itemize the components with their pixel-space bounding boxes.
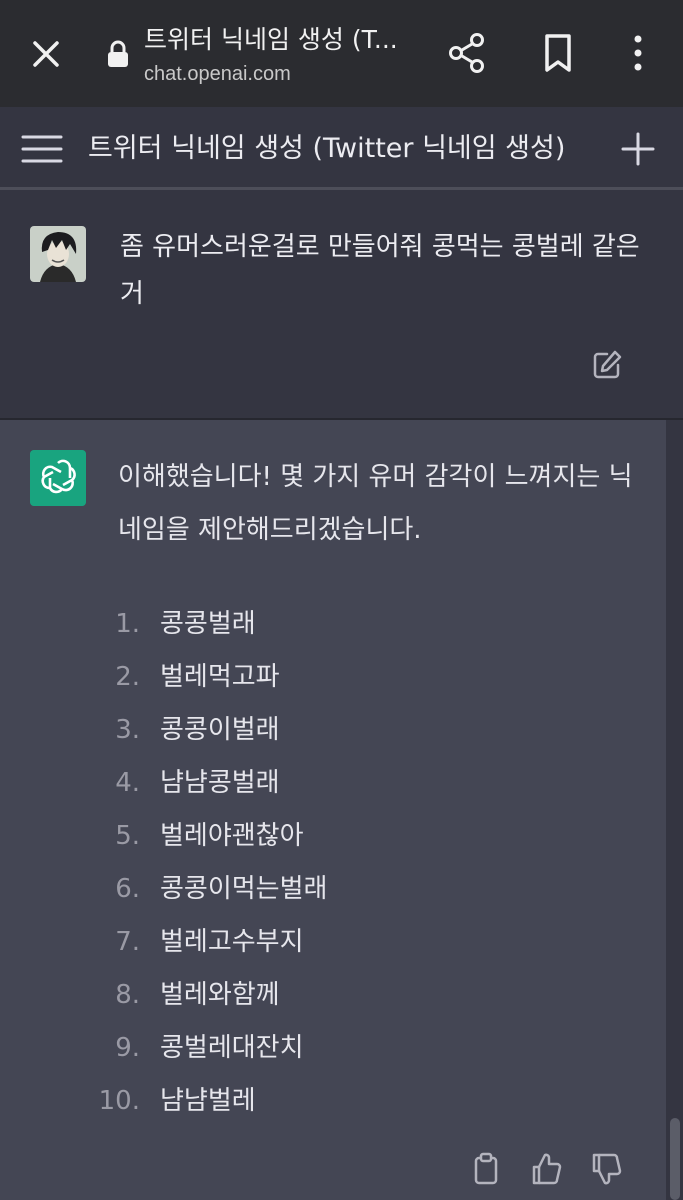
- list-number: 8.: [115, 980, 140, 1010]
- assistant-message: 이해했습니다! 몇 가지 유머 감각이 느껴지는 닉네임을 제안해드리겠습니다.…: [0, 420, 666, 1200]
- menu-icon[interactable]: [20, 129, 64, 169]
- list-number: 10.: [98, 1086, 140, 1116]
- list-item: 7. 벌레고수부지: [0, 916, 660, 969]
- list-item: 2. 벌레먹고파: [0, 651, 660, 704]
- list-number: 5.: [115, 821, 140, 851]
- conversation-title: 트위터 닉네임 생성 (Twitter 닉네임 생성): [88, 133, 566, 164]
- list-item: 6. 콩콩이먹는벌래: [0, 863, 660, 916]
- list-number: 3.: [115, 715, 140, 745]
- browser-toolbar: 트위터 닉네임 생성 (T... chat.openai.com: [0, 0, 683, 107]
- list-item: 8. 벌레와함께: [0, 969, 660, 1022]
- list-item: 4. 냠냠콩벌래: [0, 757, 660, 810]
- list-number: 4.: [115, 768, 140, 798]
- list-number: 7.: [115, 927, 140, 957]
- edit-icon[interactable]: [590, 348, 624, 382]
- plus-icon[interactable]: [618, 129, 658, 169]
- more-vert-icon[interactable]: [624, 32, 652, 74]
- nickname-text: 콩콩이벌래: [160, 715, 280, 745]
- scrollbar-thumb[interactable]: [670, 1118, 680, 1200]
- user-avatar: [30, 226, 86, 282]
- thumbs-up-icon[interactable]: [530, 1152, 562, 1186]
- browser-tab-title: 트위터 닉네임 생성 (T...: [144, 25, 398, 54]
- share-icon[interactable]: [444, 30, 490, 76]
- nickname-text: 냠냠벌레: [160, 1086, 256, 1116]
- list-number: 1.: [115, 609, 140, 639]
- nickname-text: 콩콩이먹는벌래: [160, 874, 328, 904]
- browser-url[interactable]: chat.openai.com: [144, 62, 291, 86]
- openai-logo-icon: [30, 450, 86, 506]
- list-number: 6.: [115, 874, 140, 904]
- close-icon[interactable]: [28, 36, 64, 72]
- chat-header: 트위터 닉네임 생성 (Twitter 닉네임 생성): [0, 107, 683, 190]
- nickname-text: 콩벌레대잔치: [160, 1033, 304, 1063]
- list-item: 5. 벌레야괜찮아: [0, 810, 660, 863]
- nickname-text: 벌레야괜찮아: [160, 821, 304, 851]
- list-item: 1. 콩콩벌래: [0, 598, 660, 651]
- nickname-text: 벌레고수부지: [160, 927, 304, 957]
- nickname-list: 1. 콩콩벌래 2. 벌레먹고파 3. 콩콩이벌래 4. 냠냠콩벌래 5. 벌레야괜찮아 …: [0, 598, 660, 1128]
- list-item: 10. 냠냠벌레: [0, 1075, 660, 1128]
- nickname-text: 벌레먹고파: [160, 662, 280, 692]
- nickname-text: 냠냠콩벌래: [160, 768, 280, 798]
- thumbs-down-icon[interactable]: [590, 1152, 622, 1186]
- user-message: 좀 유머스러운걸로 만들어줘 콩먹는 콩벌레 같은거: [0, 190, 683, 420]
- list-number: 9.: [115, 1033, 140, 1063]
- lock-icon: [108, 40, 128, 67]
- clipboard-icon[interactable]: [470, 1152, 502, 1186]
- bookmark-icon[interactable]: [538, 32, 578, 74]
- list-item: 9. 콩벌레대잔치: [0, 1022, 660, 1075]
- nickname-text: 벌레와함께: [160, 980, 280, 1010]
- nickname-text: 콩콩벌래: [160, 609, 256, 639]
- user-message-text: 좀 유머스러운걸로 만들어줘 콩먹는 콩벌레 같은거: [120, 232, 640, 309]
- scrollbar-track[interactable]: [667, 420, 683, 1200]
- assistant-intro-text: 이해했습니다! 몇 가지 유머 감각이 느껴지는 닉네임을 제안해드리겠습니다.: [118, 462, 633, 545]
- list-item: 3. 콩콩이벌래: [0, 704, 660, 757]
- list-number: 2.: [115, 662, 140, 692]
